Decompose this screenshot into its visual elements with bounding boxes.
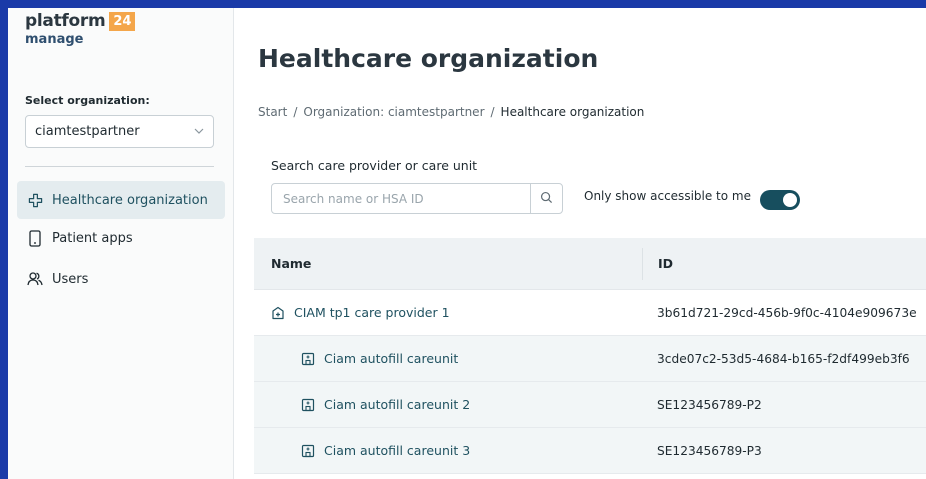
org-select-label: Select organization: [25,94,150,107]
breadcrumb-start[interactable]: Start [258,105,287,119]
toggle-label: Only show accessible to me [584,189,751,203]
organization-table: Name ID CIAM tp1 care provider 1 3b61d72… [254,238,926,474]
row-id: SE123456789-P2 [657,397,762,412]
breadcrumb-separator: / [293,105,298,119]
row-name: CIAM tp1 care provider 1 [294,305,450,320]
org-select[interactable]: ciamtestpartner [25,115,214,148]
search-input[interactable] [272,184,530,213]
sidebar-item-label: Healthcare organization [52,192,208,208]
brand-row: platform 24 [25,11,136,31]
table-row[interactable]: Ciam autofill careunit 3 SE123456789-P3 [254,428,926,474]
sidebar-item-healthcare-organization[interactable]: Healthcare organization [17,181,225,219]
row-id: 3b61d721-29cd-456b-9f0c-4104e909673e [657,305,917,320]
plus-outline-icon [26,191,44,209]
table-header: Name ID [254,238,926,290]
row-id: SE123456789-P3 [657,443,762,458]
row-name-cell[interactable]: Ciam autofill careunit [254,351,642,366]
column-header-name[interactable]: Name [254,256,642,271]
main-content: Healthcare organization Start / Organiza… [234,8,926,479]
sidebar: platform 24 manage Select organization: … [8,8,234,479]
row-name-cell[interactable]: Ciam autofill careunit 3 [254,443,642,458]
search-label: Search care provider or care unit [271,158,478,173]
column-header-id[interactable]: ID [642,247,926,280]
row-name: Ciam autofill careunit [324,351,459,366]
phone-icon [26,229,44,247]
search-box [271,183,563,214]
breadcrumb-current: Healthcare organization [500,105,645,119]
sidebar-item-patient-apps[interactable]: Patient apps [17,225,225,251]
sidebar-item-label: Users [52,271,89,287]
row-name-cell[interactable]: CIAM tp1 care provider 1 [254,305,642,320]
table-row[interactable]: Ciam autofill careunit 2 SE123456789-P2 [254,382,926,428]
table-row[interactable]: CIAM tp1 care provider 1 3b61d721-29cd-4… [254,290,926,336]
sidebar-nav: Healthcare organization Patient apps Use… [17,181,225,297]
brand-subtitle: manage [25,32,84,47]
app-window: platform 24 manage Select organization: … [8,8,926,479]
table-row[interactable]: Ciam autofill careunit 3cde07c2-53d5-468… [254,336,926,382]
sidebar-divider [25,166,214,167]
search-button[interactable] [530,184,562,213]
search-icon [540,189,553,208]
care-unit-icon [301,444,315,458]
care-unit-icon [301,352,315,366]
brand-badge: 24 [109,11,136,31]
care-unit-icon [301,398,315,412]
brand-logo[interactable]: platform 24 manage [25,11,136,47]
org-select-value: ciamtestpartner [35,124,140,139]
sidebar-item-label: Patient apps [52,230,133,246]
brand-name: platform [25,11,106,31]
chevron-down-icon [194,127,204,137]
row-name: Ciam autofill careunit 2 [324,397,471,412]
row-name-cell[interactable]: Ciam autofill careunit 2 [254,397,642,412]
breadcrumb: Start / Organization: ciamtestpartner / … [258,105,644,119]
users-icon [26,270,44,288]
row-name: Ciam autofill careunit 3 [324,443,471,458]
accessible-only-toggle[interactable] [760,190,800,210]
row-id: 3cde07c2-53d5-4684-b165-f2df499eb3f6 [657,351,910,366]
page-title: Healthcare organization [258,44,599,73]
breadcrumb-organization[interactable]: Organization: ciamtestpartner [303,105,484,119]
sidebar-item-users[interactable]: Users [17,267,225,291]
care-provider-icon [271,306,285,320]
breadcrumb-separator: / [490,105,495,119]
toggle-knob [783,193,797,207]
